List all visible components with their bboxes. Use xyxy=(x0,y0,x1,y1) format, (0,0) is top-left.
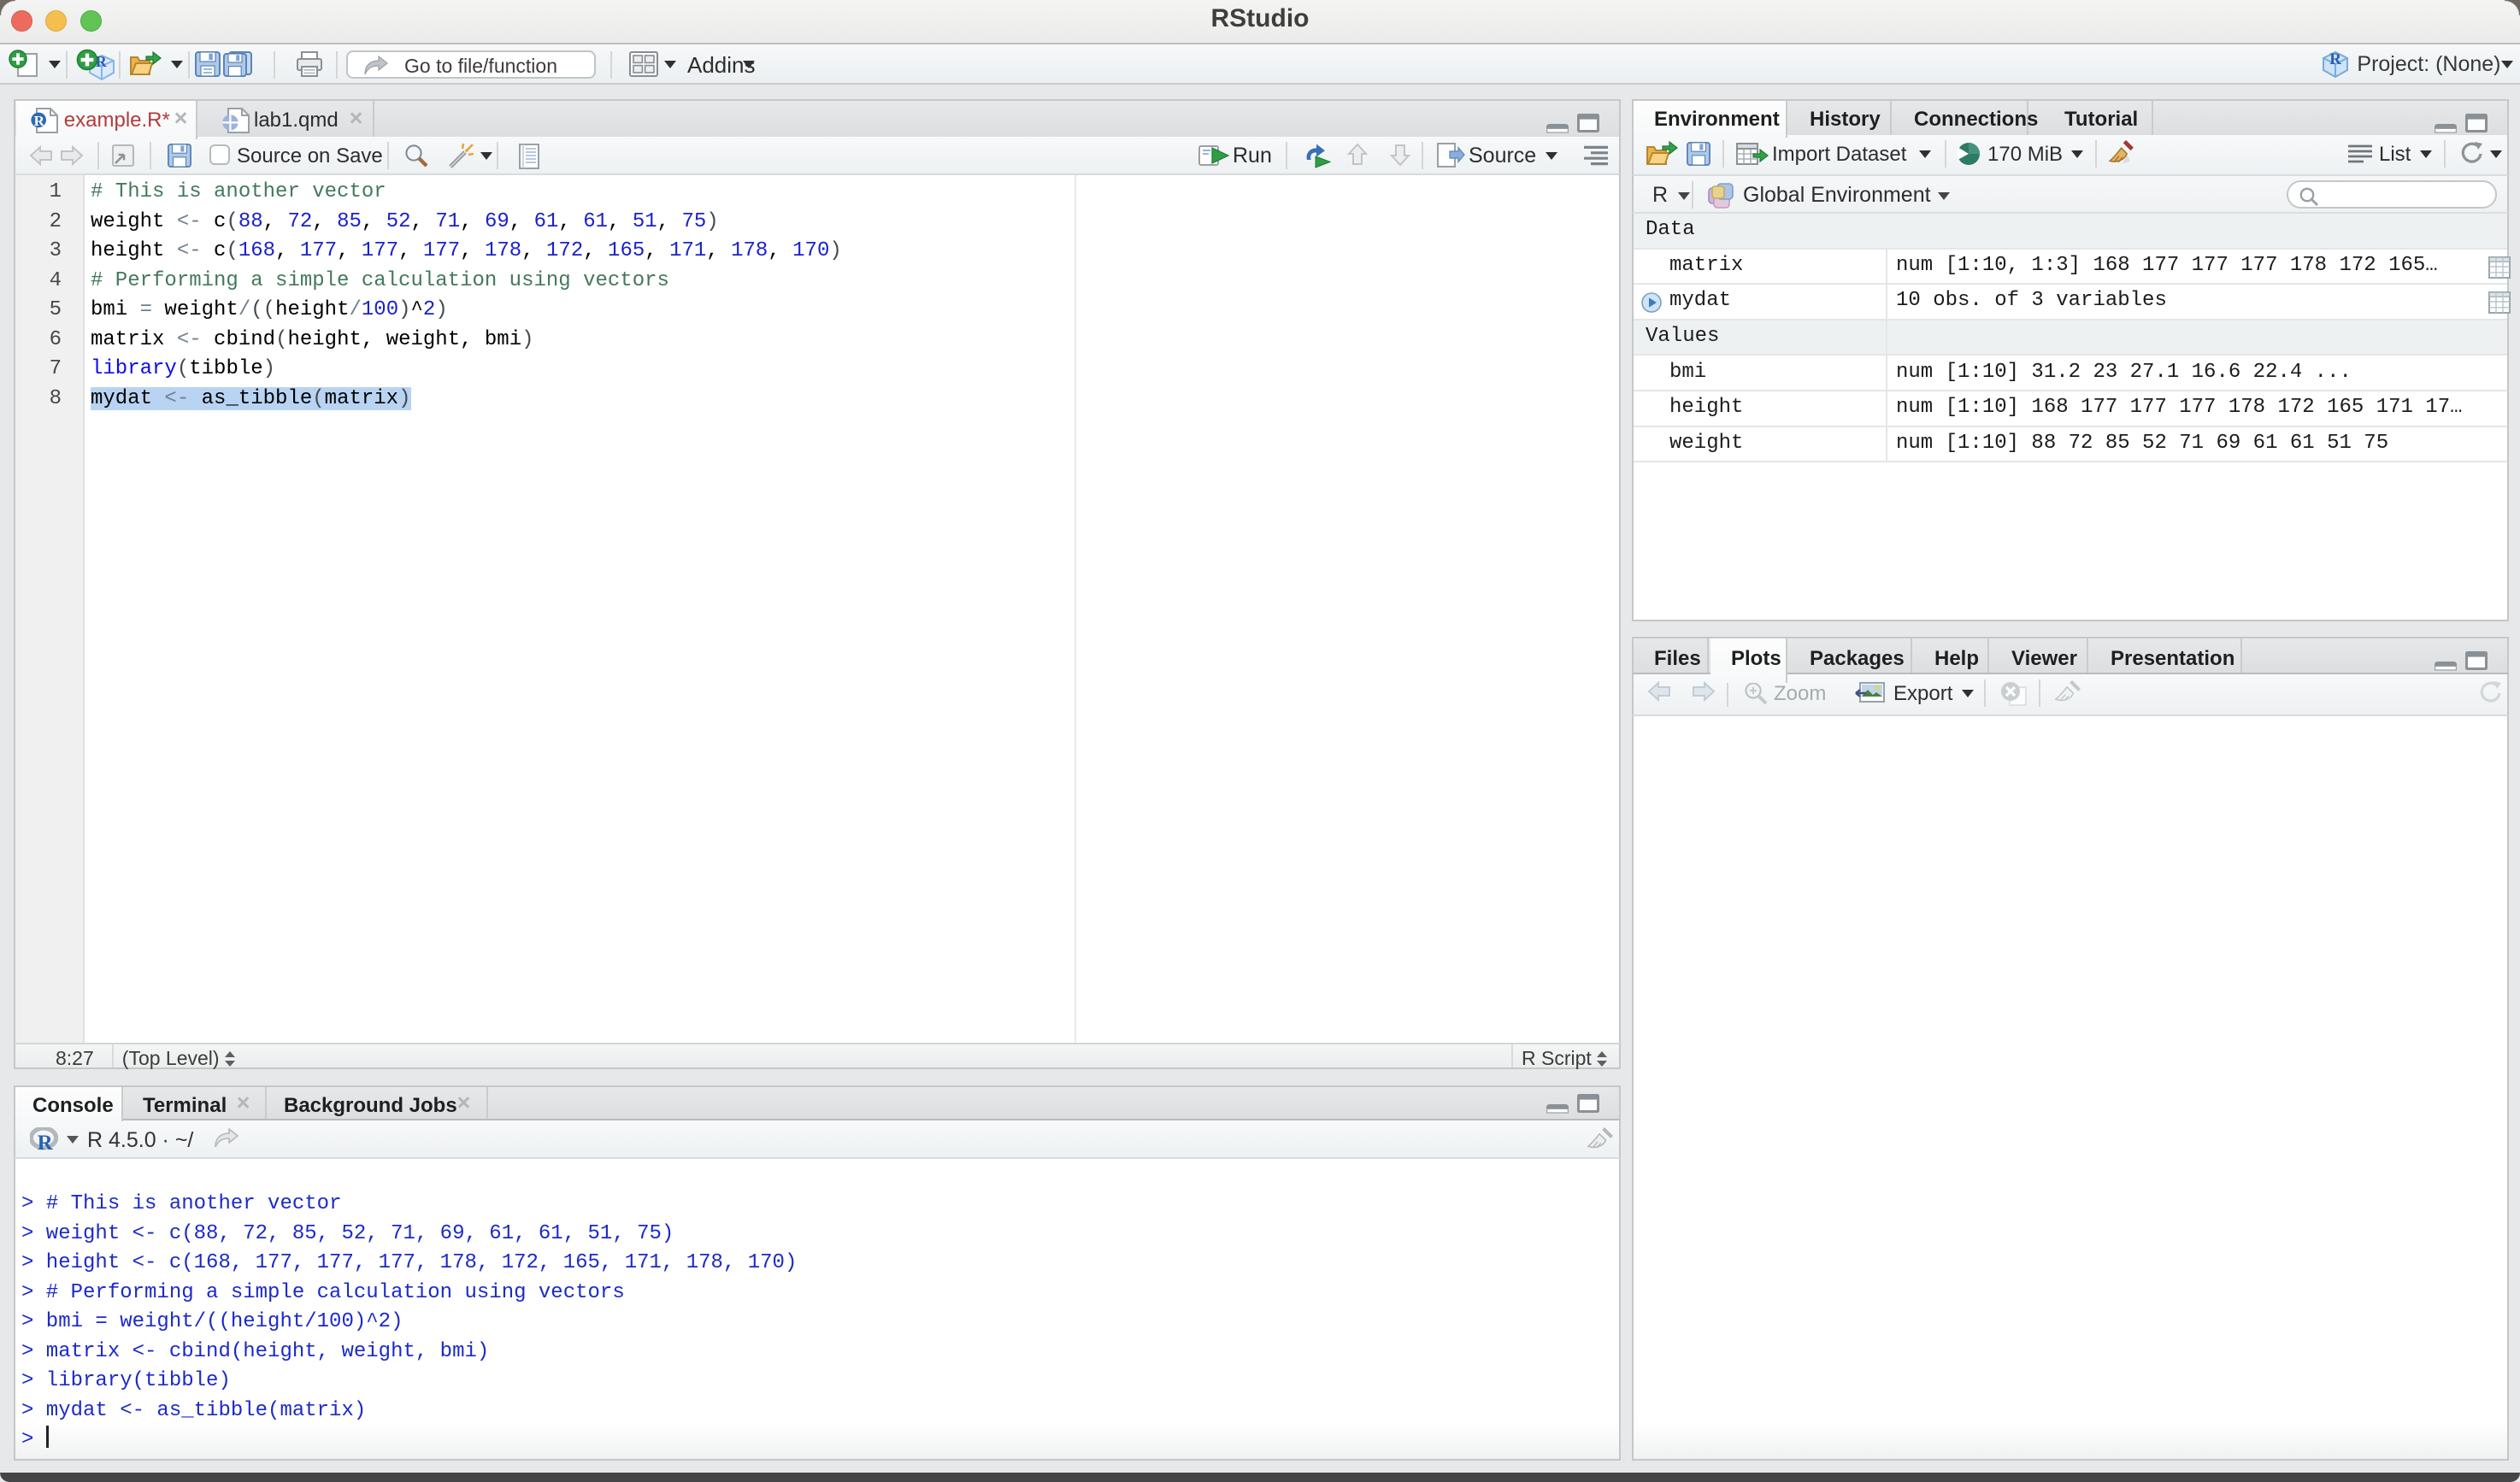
svg-text:R: R xyxy=(38,1132,54,1151)
svg-text:R: R xyxy=(34,113,45,129)
svg-text:R: R xyxy=(2329,50,2341,68)
